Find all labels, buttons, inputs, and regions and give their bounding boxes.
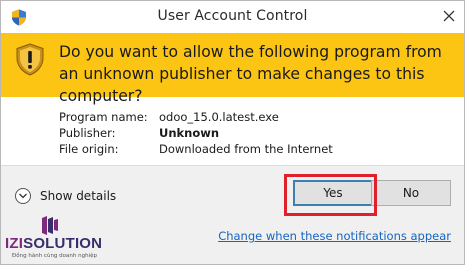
logo-tagline: Đồng hành cùng doanh nghiệp: [12, 253, 97, 259]
program-details: Program name: odoo_15.0.latest.exe Publi…: [1, 97, 464, 165]
publisher-label: Publisher:: [59, 126, 116, 140]
uac-dialog: User Account Control Do you want to allo…: [0, 0, 465, 265]
program-name-label: Program name:: [59, 110, 148, 124]
uac-shield-icon: [16, 43, 44, 76]
show-details-toggle[interactable]: Show details: [15, 186, 116, 206]
chevron-down-icon[interactable]: [15, 188, 31, 204]
title-bar: User Account Control: [1, 1, 464, 33]
publisher-value: Unknown: [159, 126, 220, 140]
warning-banner: Do you want to allow the following progr…: [1, 33, 464, 105]
program-name-value: odoo_15.0.latest.exe: [159, 110, 279, 124]
file-origin-label: File origin:: [59, 142, 119, 156]
logo-prefix: IZI: [5, 235, 24, 252]
notification-settings-link[interactable]: Change when these notifications appear: [218, 229, 451, 243]
window-title: User Account Control: [157, 8, 308, 24]
logo-text: IZISOLUTION: [5, 235, 102, 252]
logo-mark-icon: [42, 216, 58, 235]
close-icon[interactable]: [440, 7, 458, 25]
dialog-footer: Show details Yes No IZISOLUTION Đồng hàn…: [1, 165, 464, 264]
show-details-label[interactable]: Show details: [40, 189, 116, 203]
highlight-box: [284, 174, 377, 216]
izisolution-logo: IZISOLUTION Đồng hành cùng doanh nghiệp: [5, 216, 135, 262]
file-origin-value: Downloaded from the Internet: [159, 142, 333, 156]
logo-suffix: SOLUTION: [23, 235, 103, 252]
no-button[interactable]: No: [371, 180, 451, 206]
